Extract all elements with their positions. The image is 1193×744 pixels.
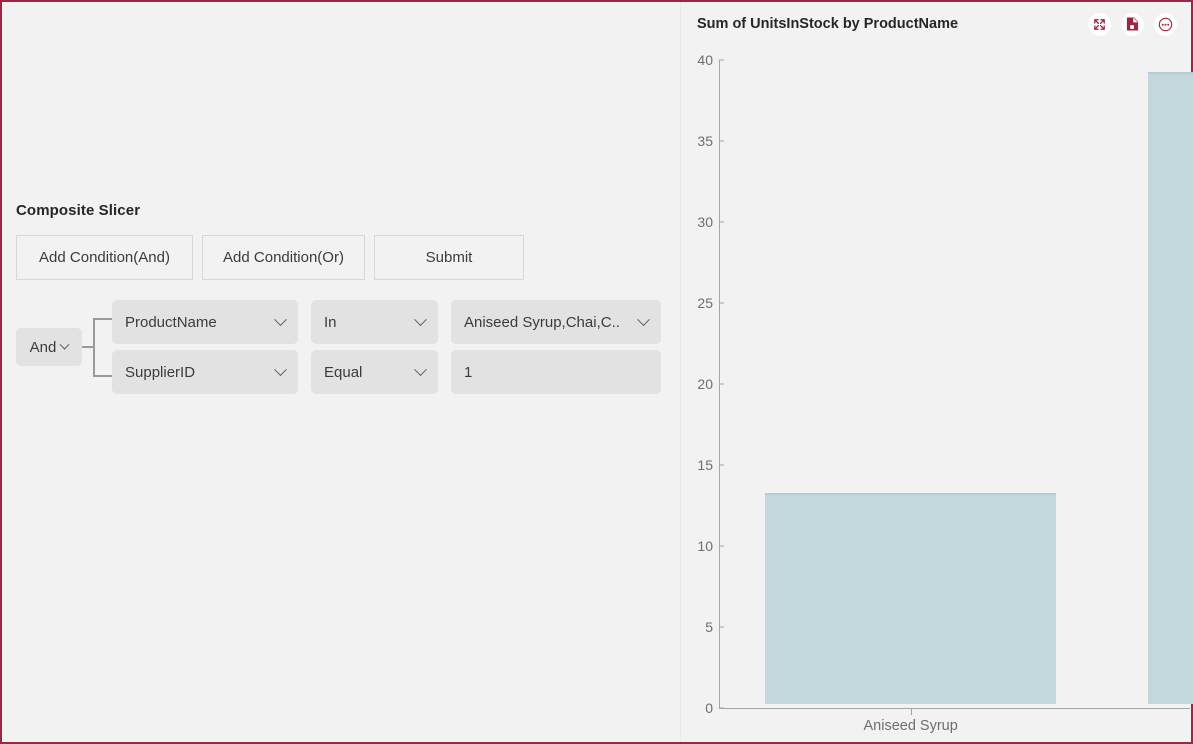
slicer-button-row: Add Condition(And) Add Condition(Or) Sub…: [16, 235, 666, 280]
fullscreen-icon[interactable]: [1088, 12, 1111, 36]
bar[interactable]: [765, 493, 1057, 704]
condition-operator-dropdown-1[interactable]: Equal: [311, 350, 438, 394]
chevron-down-icon: [414, 312, 427, 326]
y-axis-tick-mark: [719, 383, 724, 385]
y-axis-tick-mark: [719, 302, 724, 304]
slicer-panel-title: Composite Slicer: [16, 202, 141, 219]
app-root: Composite Slicer Add Condition(And) Add …: [0, 0, 1193, 744]
group-operator-dropdown[interactable]: And: [16, 328, 82, 366]
condition-value-label-1: 1: [464, 363, 473, 381]
submit-button[interactable]: Submit: [374, 235, 524, 280]
chart-header: Sum of UnitsInStock by ProductName: [681, 2, 1191, 46]
y-axis-tick-label: 25: [697, 295, 713, 311]
y-axis-tick-mark: [719, 626, 724, 628]
condition-list: ProductName In Aniseed Syrup,Chai,C.. Su…: [112, 300, 661, 394]
condition-value-label-0: Aniseed Syrup,Chai,C..: [464, 313, 620, 331]
x-axis: [719, 708, 1190, 709]
slicer-panel: Composite Slicer Add Condition(And) Add …: [2, 2, 680, 742]
y-axis-tick-label: 35: [697, 133, 713, 149]
chevron-down-icon: [274, 362, 287, 376]
condition-row: ProductName In Aniseed Syrup,Chai,C..: [112, 300, 661, 344]
y-axis-tick-label: 40: [697, 52, 713, 68]
chart-title: Sum of UnitsInStock by ProductName: [697, 16, 959, 32]
group-operator-label: And: [29, 338, 57, 356]
chart-panel: Sum of UnitsInStock by ProductName 0 5 1…: [680, 2, 1193, 742]
y-axis-tick-mark: [719, 140, 724, 142]
condition-operator-dropdown-0[interactable]: In: [311, 300, 438, 344]
condition-column-label-1: SupplierID: [125, 363, 196, 381]
condition-operator-label-1: Equal: [324, 363, 363, 381]
y-axis-tick-mark: [719, 59, 724, 61]
y-axis-tick-mark: [719, 545, 724, 547]
x-axis-tick-mark: [910, 709, 912, 715]
add-condition-and-button[interactable]: Add Condition(And): [16, 235, 193, 280]
condition-row: SupplierID Equal 1: [112, 350, 661, 394]
y-axis-tick-mark: [719, 221, 724, 223]
condition-column-label-0: ProductName: [125, 313, 217, 331]
chevron-down-icon: [637, 312, 650, 326]
chevron-down-icon: [414, 362, 427, 376]
chevron-down-icon: [274, 312, 287, 326]
y-axis-tick-label: 15: [697, 457, 713, 473]
condition-group: And ProductName In Aniseed Syrup,Chai,C.…: [16, 300, 666, 394]
condition-bracket-connector: [82, 309, 112, 385]
y-axis-tick-label: 20: [697, 376, 713, 392]
condition-operator-label-0: In: [324, 313, 337, 331]
bar[interactable]: [1148, 72, 1193, 704]
add-condition-or-button[interactable]: Add Condition(Or): [202, 235, 365, 280]
x-axis-tick-label: Aniseed Syrup: [863, 718, 958, 734]
more-options-icon[interactable]: [1154, 12, 1177, 36]
y-axis-tick-mark: [719, 707, 724, 709]
export-file-icon[interactable]: [1121, 12, 1144, 36]
y-axis-tick-label: 10: [697, 538, 713, 554]
y-axis-tick-label: 0: [705, 700, 713, 716]
condition-column-dropdown-1[interactable]: SupplierID: [112, 350, 298, 394]
condition-value-input-1[interactable]: 1: [451, 350, 661, 394]
y-axis-tick-label: 30: [697, 214, 713, 230]
y-axis-tick-label: 5: [705, 619, 713, 635]
condition-column-dropdown-0[interactable]: ProductName: [112, 300, 298, 344]
y-axis-tick-mark: [719, 464, 724, 466]
chevron-down-icon: [59, 339, 70, 350]
bar-chart: 0510152025303540 Aniseed SyrupChaiChang: [681, 46, 1193, 742]
composite-slicer: Composite Slicer Add Condition(And) Add …: [16, 202, 666, 394]
chart-action-bar: [1088, 12, 1177, 36]
condition-value-dropdown-0[interactable]: Aniseed Syrup,Chai,C..: [451, 300, 661, 344]
